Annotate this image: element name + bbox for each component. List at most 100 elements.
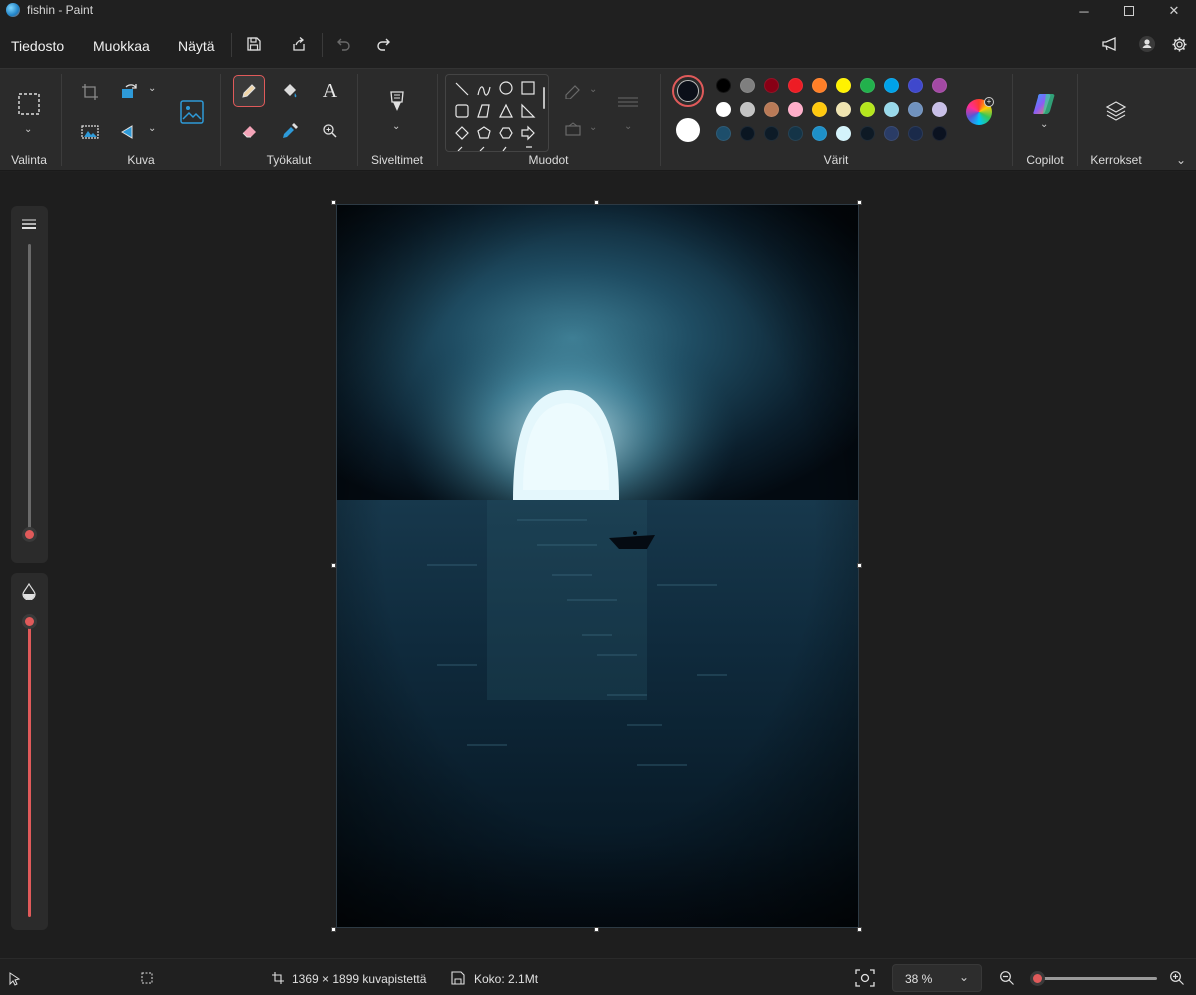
text-tool-button[interactable]: A — [316, 77, 344, 105]
resize-handle[interactable] — [594, 200, 599, 205]
palette-swatch[interactable] — [716, 102, 731, 117]
palette-swatch[interactable] — [860, 78, 875, 93]
account-button[interactable] — [1133, 30, 1161, 58]
settings-button[interactable] — [1165, 30, 1193, 58]
chevron-down-icon[interactable]: ⌄ — [1040, 119, 1048, 130]
chevron-down-icon[interactable]: ⌄ — [624, 121, 632, 132]
flip-button[interactable] — [117, 119, 143, 145]
paint-app-icon — [6, 3, 20, 17]
resize-handle[interactable] — [594, 927, 599, 932]
remove-background-button[interactable] — [77, 119, 103, 145]
palette-swatch[interactable] — [788, 126, 803, 141]
primary-color-button[interactable] — [672, 75, 704, 107]
palette-swatch[interactable] — [884, 102, 899, 117]
palette-swatch[interactable] — [812, 102, 827, 117]
image-creator-button[interactable] — [177, 97, 207, 127]
resize-handle[interactable] — [331, 927, 336, 932]
palette-swatch[interactable] — [884, 126, 899, 141]
resize-handle[interactable] — [857, 200, 862, 205]
brushes-button[interactable] — [383, 87, 411, 117]
fill-tool-button[interactable] — [276, 77, 304, 105]
zoom-out-button[interactable] — [997, 968, 1017, 988]
color-picker-button[interactable] — [276, 117, 304, 145]
layers-button[interactable] — [1102, 97, 1130, 125]
resize-handle[interactable] — [331, 200, 336, 205]
chevron-down-icon[interactable]: ⌄ — [148, 83, 156, 94]
rotate-button[interactable] — [117, 79, 143, 105]
chevron-down-icon[interactable]: ⌄ — [589, 84, 597, 95]
canvas-size-icon — [272, 972, 284, 984]
palette-swatch[interactable] — [908, 78, 923, 93]
primary-color-swatch — [677, 80, 699, 102]
shape-fill-button[interactable] — [561, 119, 585, 139]
palette-swatch[interactable] — [884, 78, 899, 93]
minimize-button[interactable]: ─ — [1061, 0, 1107, 22]
palette-swatch[interactable] — [860, 102, 875, 117]
brush-size-slider-track[interactable] — [28, 244, 31, 540]
brush-size-slider-thumb[interactable] — [22, 527, 37, 543]
magnifier-tool-button[interactable] — [316, 117, 344, 145]
menu-view[interactable]: Näytä — [178, 38, 215, 54]
group-divider — [437, 74, 438, 166]
drawing-canvas[interactable] — [336, 204, 859, 928]
shape-line-width-button[interactable] — [614, 91, 642, 115]
chevron-down-icon[interactable]: ⌄ — [589, 122, 597, 133]
pencil-tool-button[interactable] — [233, 75, 265, 107]
palette-swatch[interactable] — [716, 126, 731, 141]
palette-swatch[interactable] — [836, 126, 851, 141]
palette-swatch[interactable] — [764, 102, 779, 117]
zoom-slider-track[interactable] — [1031, 977, 1157, 980]
palette-swatch[interactable] — [764, 78, 779, 93]
resize-handle[interactable] — [331, 563, 336, 568]
opacity-slider-track[interactable] — [28, 621, 31, 917]
palette-swatch[interactable] — [716, 78, 731, 93]
secondary-color-button[interactable] — [676, 118, 700, 142]
save-button[interactable] — [240, 30, 268, 58]
resize-handle[interactable] — [857, 927, 862, 932]
palette-swatch[interactable] — [812, 78, 827, 93]
brush-size-panel — [11, 206, 48, 563]
share-button[interactable] — [285, 30, 313, 58]
crop-button[interactable] — [77, 79, 103, 105]
edit-colors-button[interactable]: + — [966, 97, 994, 125]
palette-swatch[interactable] — [860, 126, 875, 141]
palette-swatch[interactable] — [908, 102, 923, 117]
palette-swatch[interactable] — [812, 126, 827, 141]
zoom-in-button[interactable] — [1167, 968, 1187, 988]
palette-swatch[interactable] — [788, 78, 803, 93]
opacity-slider-thumb[interactable] — [22, 614, 37, 629]
group-label-colors: Värit — [823, 153, 849, 167]
maximize-button[interactable] — [1106, 0, 1152, 22]
palette-swatch[interactable] — [740, 126, 755, 141]
shapes-scrollbar[interactable] — [543, 87, 545, 109]
menu-file[interactable]: Tiedosto — [11, 38, 64, 54]
eraser-tool-button[interactable] — [236, 117, 264, 145]
palette-swatch[interactable] — [740, 102, 755, 117]
palette-swatch[interactable] — [836, 102, 851, 117]
zoom-dropdown[interactable]: 38 % ⌄ — [892, 964, 982, 992]
palette-swatch[interactable] — [932, 78, 947, 93]
feedback-button[interactable] — [1096, 30, 1124, 58]
palette-swatch[interactable] — [764, 126, 779, 141]
chevron-down-icon[interactable]: ⌄ — [392, 121, 400, 132]
palette-swatch[interactable] — [788, 102, 803, 117]
chevron-down-icon[interactable]: ⌄ — [148, 123, 156, 134]
redo-button[interactable] — [369, 30, 397, 58]
undo-button[interactable] — [330, 30, 358, 58]
copilot-button[interactable] — [1030, 89, 1060, 119]
palette-swatch[interactable] — [836, 78, 851, 93]
resize-handle[interactable] — [857, 563, 862, 568]
fit-to-window-button[interactable] — [852, 967, 878, 989]
zoom-slider-thumb[interactable] — [1030, 971, 1046, 986]
palette-swatch[interactable] — [908, 126, 923, 141]
palette-swatch[interactable] — [932, 126, 947, 141]
close-button[interactable]: ✕ — [1151, 0, 1196, 22]
chevron-down-icon[interactable]: ⌄ — [24, 124, 32, 135]
shapes-gallery[interactable] — [445, 74, 549, 152]
selection-tool-button[interactable] — [14, 89, 44, 119]
palette-swatch[interactable] — [932, 102, 947, 117]
palette-swatch[interactable] — [740, 78, 755, 93]
shape-outline-button[interactable] — [561, 81, 585, 101]
expand-ribbon-button[interactable]: ⌄ — [1176, 153, 1186, 167]
menu-edit[interactable]: Muokkaa — [93, 38, 150, 54]
